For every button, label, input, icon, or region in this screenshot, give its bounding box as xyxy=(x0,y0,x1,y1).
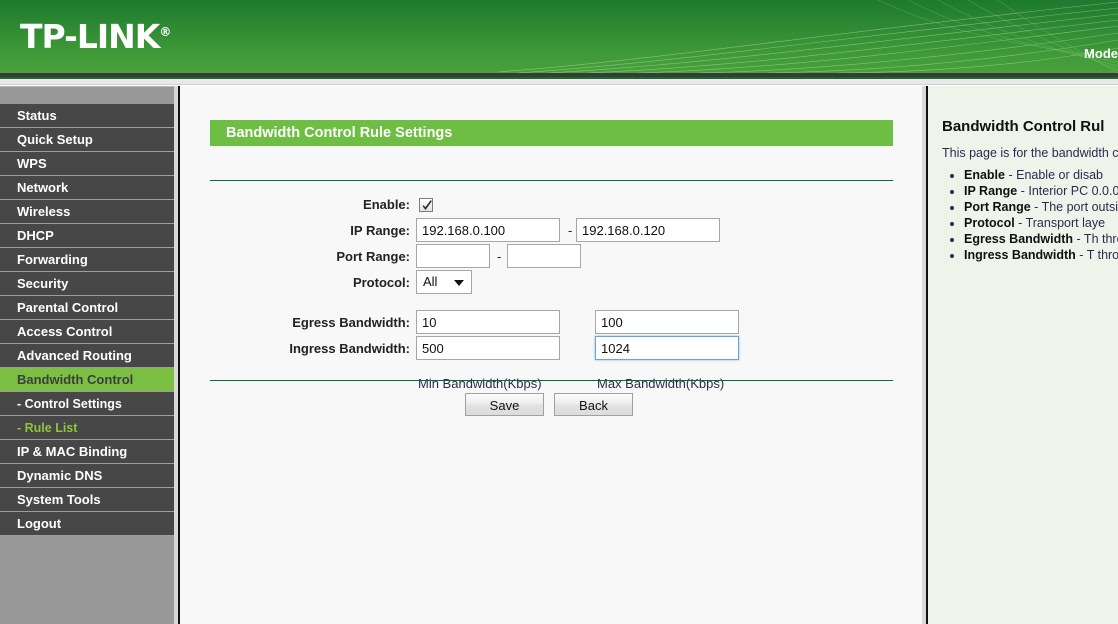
sidebar-item-forwarding[interactable]: Forwarding xyxy=(0,248,174,272)
help-list-item: Egress Bandwidth - Th through the WAN po… xyxy=(964,232,1118,247)
help-item-term: IP Range xyxy=(964,184,1018,198)
sidebar-item-bandwidth-control[interactable]: Bandwidth Control xyxy=(0,368,174,392)
sidebar-item-parental-control[interactable]: Parental Control xyxy=(0,296,174,320)
help-list-item: Enable - Enable or disab xyxy=(964,168,1118,183)
port-range-separator: - xyxy=(497,249,502,264)
help-item-list: Enable - Enable or disabIP Range - Inter… xyxy=(942,168,1118,264)
sidebar-item-control-settings[interactable]: - Control Settings xyxy=(0,392,174,416)
help-item-term: Port Range xyxy=(964,200,1031,214)
protocol-label: Protocol: xyxy=(352,275,410,290)
router-admin-page: TP-LINK® Mode Status Quick Setup WPS Networ… xyxy=(0,0,1118,624)
ingress-bandwidth-label: Ingress Bandwidth: xyxy=(289,341,410,356)
registered-trademark-icon: ® xyxy=(159,25,172,39)
help-intro-text: This page is for the bandwidth c xyxy=(942,146,1118,160)
form-row-enable: Enable: xyxy=(180,192,922,218)
model-number-label: Mode xyxy=(1084,46,1118,61)
enable-checkbox[interactable] xyxy=(419,198,433,212)
form-bottom-divider xyxy=(210,380,893,381)
max-bandwidth-column-header: Max Bandwidth(Kbps) xyxy=(597,376,725,391)
help-list-item: Ingress Bandwidth - T through the WAN po… xyxy=(964,248,1118,263)
form-row-egress: Egress Bandwidth: xyxy=(180,310,922,336)
sidebar-item-status[interactable]: Status xyxy=(0,104,174,128)
ingress-min-input[interactable] xyxy=(416,336,560,360)
port-range-label: Port Range: xyxy=(336,249,410,264)
protocol-select[interactable]: All xyxy=(416,270,472,294)
save-button[interactable]: Save xyxy=(465,393,544,416)
help-item-term: Protocol xyxy=(964,216,1015,230)
help-list-item: Port Range - The port outside PC. If all… xyxy=(964,200,1118,215)
min-bandwidth-column-header: Min Bandwidth(Kbps) xyxy=(418,376,542,391)
checkmark-icon xyxy=(422,200,432,210)
sidebar-item-network[interactable]: Network xyxy=(0,176,174,200)
egress-bandwidth-label: Egress Bandwidth: xyxy=(292,315,410,330)
ip-range-separator: - xyxy=(568,223,573,238)
back-button[interactable]: Back xyxy=(554,393,633,416)
chevron-down-icon xyxy=(454,280,464,286)
egress-max-input[interactable] xyxy=(595,310,739,334)
page-header: TP-LINK® Mode xyxy=(0,0,1118,73)
sidebar-top-gap xyxy=(0,87,174,104)
header-light-strip xyxy=(0,79,1118,85)
sidebar-nav: Status Quick Setup WPS Network Wireless DHCP F… xyxy=(0,86,174,624)
sidebar-item-quick-setup[interactable]: Quick Setup xyxy=(0,128,174,152)
bandwidth-rule-form: Enable: IP Range: - Port Range: - xyxy=(180,86,922,624)
help-item-term: Enable xyxy=(964,168,1005,182)
sidebar-item-logout[interactable]: Logout xyxy=(0,512,174,536)
tplink-logo: TP-LINK® xyxy=(20,20,171,53)
help-list-item: Protocol - Transport laye xyxy=(964,216,1118,231)
form-row-protocol: Protocol: All xyxy=(180,270,922,296)
help-item-term: Ingress Bandwidth xyxy=(964,248,1076,262)
sidebar-item-security[interactable]: Security xyxy=(0,272,174,296)
sidebar-item-dynamic-dns[interactable]: Dynamic DNS xyxy=(0,464,174,488)
sidebar-item-access-control[interactable]: Access Control xyxy=(0,320,174,344)
ingress-max-input[interactable] xyxy=(595,336,739,360)
egress-min-input[interactable] xyxy=(416,310,560,334)
sidebar-item-wps[interactable]: WPS xyxy=(0,152,174,176)
port-range-start-input[interactable] xyxy=(416,244,490,268)
ip-range-end-input[interactable] xyxy=(576,218,720,242)
form-row-ip-range: IP Range: - xyxy=(180,218,922,244)
port-range-end-input[interactable] xyxy=(507,244,581,268)
main-content: Bandwidth Control Rule Settings Enable: … xyxy=(180,86,922,624)
sidebar-item-advanced-routing[interactable]: Advanced Routing xyxy=(0,344,174,368)
sidebar-item-rule-list[interactable]: - Rule List xyxy=(0,416,174,440)
form-row-port-range: Port Range: - xyxy=(180,244,922,270)
ip-range-start-input[interactable] xyxy=(416,218,560,242)
help-item-term: Egress Bandwidth xyxy=(964,232,1074,246)
help-panel: Bandwidth Control Rul This page is for t… xyxy=(928,86,1118,624)
form-row-ingress: Ingress Bandwidth: xyxy=(180,336,922,362)
header-swoosh-decoration xyxy=(498,0,1118,73)
sidebar-item-system-tools[interactable]: System Tools xyxy=(0,488,174,512)
help-list-item: IP Range - Interior PC 0.0.0.0), the dom… xyxy=(964,184,1118,199)
ip-range-label: IP Range: xyxy=(350,223,410,238)
logo-text: TP-LINK xyxy=(20,17,160,56)
sidebar-item-dhcp[interactable]: DHCP xyxy=(0,224,174,248)
sidebar-item-ip-mac-binding[interactable]: IP & MAC Binding xyxy=(0,440,174,464)
sidebar-item-wireless[interactable]: Wireless xyxy=(0,200,174,224)
protocol-selected-value: All xyxy=(423,274,438,289)
help-title: Bandwidth Control Rul xyxy=(942,118,1105,135)
enable-label: Enable: xyxy=(363,197,410,212)
